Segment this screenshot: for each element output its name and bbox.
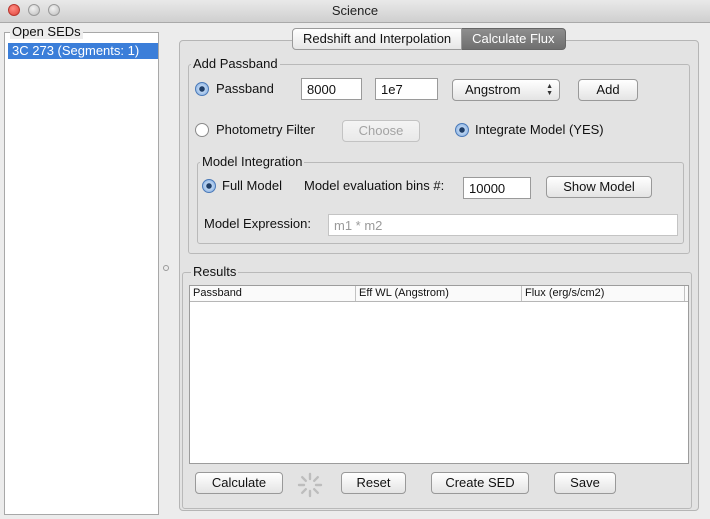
add-passband-title: Add Passband xyxy=(191,56,280,71)
busy-spinner-icon xyxy=(297,472,323,498)
results-title: Results xyxy=(191,264,239,279)
model-integration-title: Model Integration xyxy=(200,154,305,169)
calculate-flux-panel: Add Passband Passband 8000 1e7 Angstrom … xyxy=(179,40,699,511)
results-table-header: Passband Eff WL (Angstrom) Flux (erg/s/c… xyxy=(190,286,688,302)
column-eff-wl[interactable]: Eff WL (Angstrom) xyxy=(356,286,522,301)
passband-min-input[interactable]: 8000 xyxy=(301,78,362,100)
full-model-label: Full Model xyxy=(222,178,282,193)
column-flux[interactable]: Flux (erg/s/cm2) xyxy=(522,286,685,301)
open-seds-list: 3C 273 (Segments: 1) xyxy=(4,32,159,515)
integrate-model-label: Integrate Model (YES) xyxy=(475,122,604,137)
photometry-filter-radio[interactable] xyxy=(195,123,209,137)
create-sed-button[interactable]: Create SED xyxy=(431,472,529,494)
sed-list-item[interactable]: 3C 273 (Segments: 1) xyxy=(8,43,158,59)
open-seds-title: Open SEDs xyxy=(10,24,83,39)
full-model-radio[interactable] xyxy=(202,179,216,193)
window-title: Science xyxy=(331,3,379,18)
title-bar: Science xyxy=(0,0,710,23)
model-expression-input[interactable]: m1 * m2 xyxy=(328,214,678,236)
reset-button[interactable]: Reset xyxy=(341,472,406,494)
add-passband-button[interactable]: Add xyxy=(578,79,638,101)
save-button[interactable]: Save xyxy=(554,472,616,494)
passband-radio[interactable] xyxy=(195,82,209,96)
model-expression-label: Model Expression: xyxy=(204,216,311,231)
column-passband[interactable]: Passband xyxy=(190,286,356,301)
tab-calculate-flux[interactable]: Calculate Flux xyxy=(462,28,566,50)
calculate-button[interactable]: Calculate xyxy=(195,472,283,494)
bins-label: Model evaluation bins #: xyxy=(304,178,445,193)
passband-max-input[interactable]: 1e7 xyxy=(375,78,438,100)
bins-input[interactable]: 10000 xyxy=(463,177,531,199)
integrate-model-radio[interactable] xyxy=(455,123,469,137)
tab-bar: Redshift and Interpolation Calculate Flu… xyxy=(292,28,566,50)
photometry-filter-label: Photometry Filter xyxy=(216,122,315,137)
select-arrows-icon: ▲ ▼ xyxy=(546,83,553,97)
add-passband-group: Add Passband Passband 8000 1e7 Angstrom … xyxy=(188,56,690,254)
tab-redshift-interpolation[interactable]: Redshift and Interpolation xyxy=(292,28,463,50)
results-table[interactable]: Passband Eff WL (Angstrom) Flux (erg/s/c… xyxy=(189,285,689,464)
choose-filter-button[interactable]: Choose xyxy=(342,120,420,142)
open-seds-panel: Open SEDs 3C 273 (Segments: 1) xyxy=(4,24,159,515)
unit-select-value: Angstrom xyxy=(465,82,521,97)
model-integration-group: Model Integration Full Model Model evalu… xyxy=(197,154,684,244)
show-model-button[interactable]: Show Model xyxy=(546,176,652,198)
unit-select[interactable]: Angstrom ▲ ▼ xyxy=(452,79,560,101)
passband-label: Passband xyxy=(216,81,274,96)
split-pane-handle[interactable] xyxy=(163,265,169,271)
